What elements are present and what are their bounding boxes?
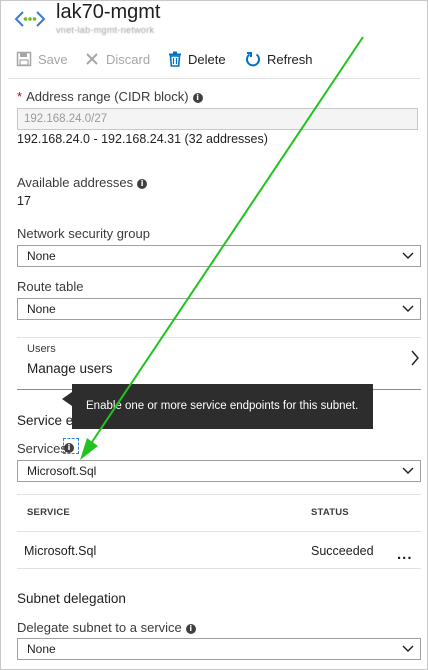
more-options-button[interactable]: ...: [397, 546, 413, 563]
chevron-down-icon: [402, 252, 414, 259]
refresh-label: Refresh: [267, 51, 313, 67]
users-caption: Users: [27, 343, 56, 355]
nsg-label: Network security group: [17, 226, 150, 241]
save-icon: [16, 51, 32, 67]
service-endpoints-title: Service e: [17, 413, 74, 428]
address-range-input[interactable]: 192.168.24.0/27: [17, 108, 418, 130]
subnet-icon: [14, 11, 46, 27]
route-table-dropdown[interactable]: None: [17, 298, 421, 320]
info-icon[interactable]: i: [185, 623, 196, 634]
available-addresses-value: 17: [17, 194, 31, 208]
required-mark: *: [17, 89, 23, 104]
chevron-right-icon[interactable]: [410, 349, 420, 367]
available-addresses-label: Available addresses i: [17, 175, 148, 190]
services-label: Services: [17, 441, 67, 456]
page-subtitle: vnet-lab-mgmt-network: [56, 25, 155, 35]
page-title: lak70-mgmt: [56, 1, 161, 23]
services-dropdown[interactable]: Microsoft.Sql: [17, 460, 421, 482]
save-button[interactable]: Save: [16, 48, 68, 70]
available-addresses-label-text: Available addresses: [17, 175, 134, 190]
table-header-divider: [17, 531, 421, 532]
info-icon[interactable]: i: [137, 178, 148, 189]
column-header-service: SERVICE: [27, 507, 70, 518]
nsg-dropdown[interactable]: None: [17, 245, 421, 267]
services-selected: Microsoft.Sql: [27, 464, 97, 478]
delete-button[interactable]: Delete: [168, 48, 226, 70]
delegate-label-text: Delegate subnet to a service: [17, 620, 182, 635]
nsg-selected: None: [27, 249, 56, 263]
tooltip-arrow: [62, 392, 72, 406]
service-endpoints-tooltip: Enable one or more service endpoints for…: [72, 384, 373, 429]
table-top-divider: [17, 494, 421, 495]
column-header-status: STATUS: [311, 507, 349, 518]
toolbar-divider: [8, 78, 420, 79]
address-range-label-text: Address range (CIDR block): [26, 89, 189, 104]
delegate-selected: None: [27, 642, 56, 656]
close-icon: [86, 53, 98, 65]
discard-label: Discard: [106, 51, 151, 67]
delete-label: Delete: [188, 51, 226, 67]
discard-button[interactable]: Discard: [84, 48, 150, 70]
save-label: Save: [38, 51, 68, 67]
route-table-selected: None: [27, 302, 56, 316]
trash-icon: [169, 51, 181, 67]
status-cell: Succeeded: [311, 544, 374, 558]
refresh-icon: [246, 52, 260, 67]
subnet-delegation-title: Subnet delegation: [17, 591, 126, 606]
refresh-button[interactable]: Refresh: [245, 48, 313, 70]
info-icon[interactable]: i: [192, 92, 203, 103]
delegate-label: Delegate subnet to a service i: [17, 620, 196, 635]
address-range-summary: 192.168.24.0 - 192.168.24.31 (32 address…: [17, 132, 268, 146]
focus-ring: [63, 438, 79, 454]
chevron-down-icon: [402, 645, 414, 652]
manage-users-title: Manage users: [27, 361, 113, 376]
table-bottom-divider: [17, 568, 421, 569]
service-cell: Microsoft.Sql: [24, 544, 97, 558]
delegate-dropdown[interactable]: None: [17, 638, 421, 660]
chevron-down-icon: [402, 467, 414, 474]
address-range-label: * Address range (CIDR block) i: [17, 89, 203, 104]
route-table-label: Route table: [17, 279, 84, 294]
chevron-down-icon: [402, 305, 414, 312]
